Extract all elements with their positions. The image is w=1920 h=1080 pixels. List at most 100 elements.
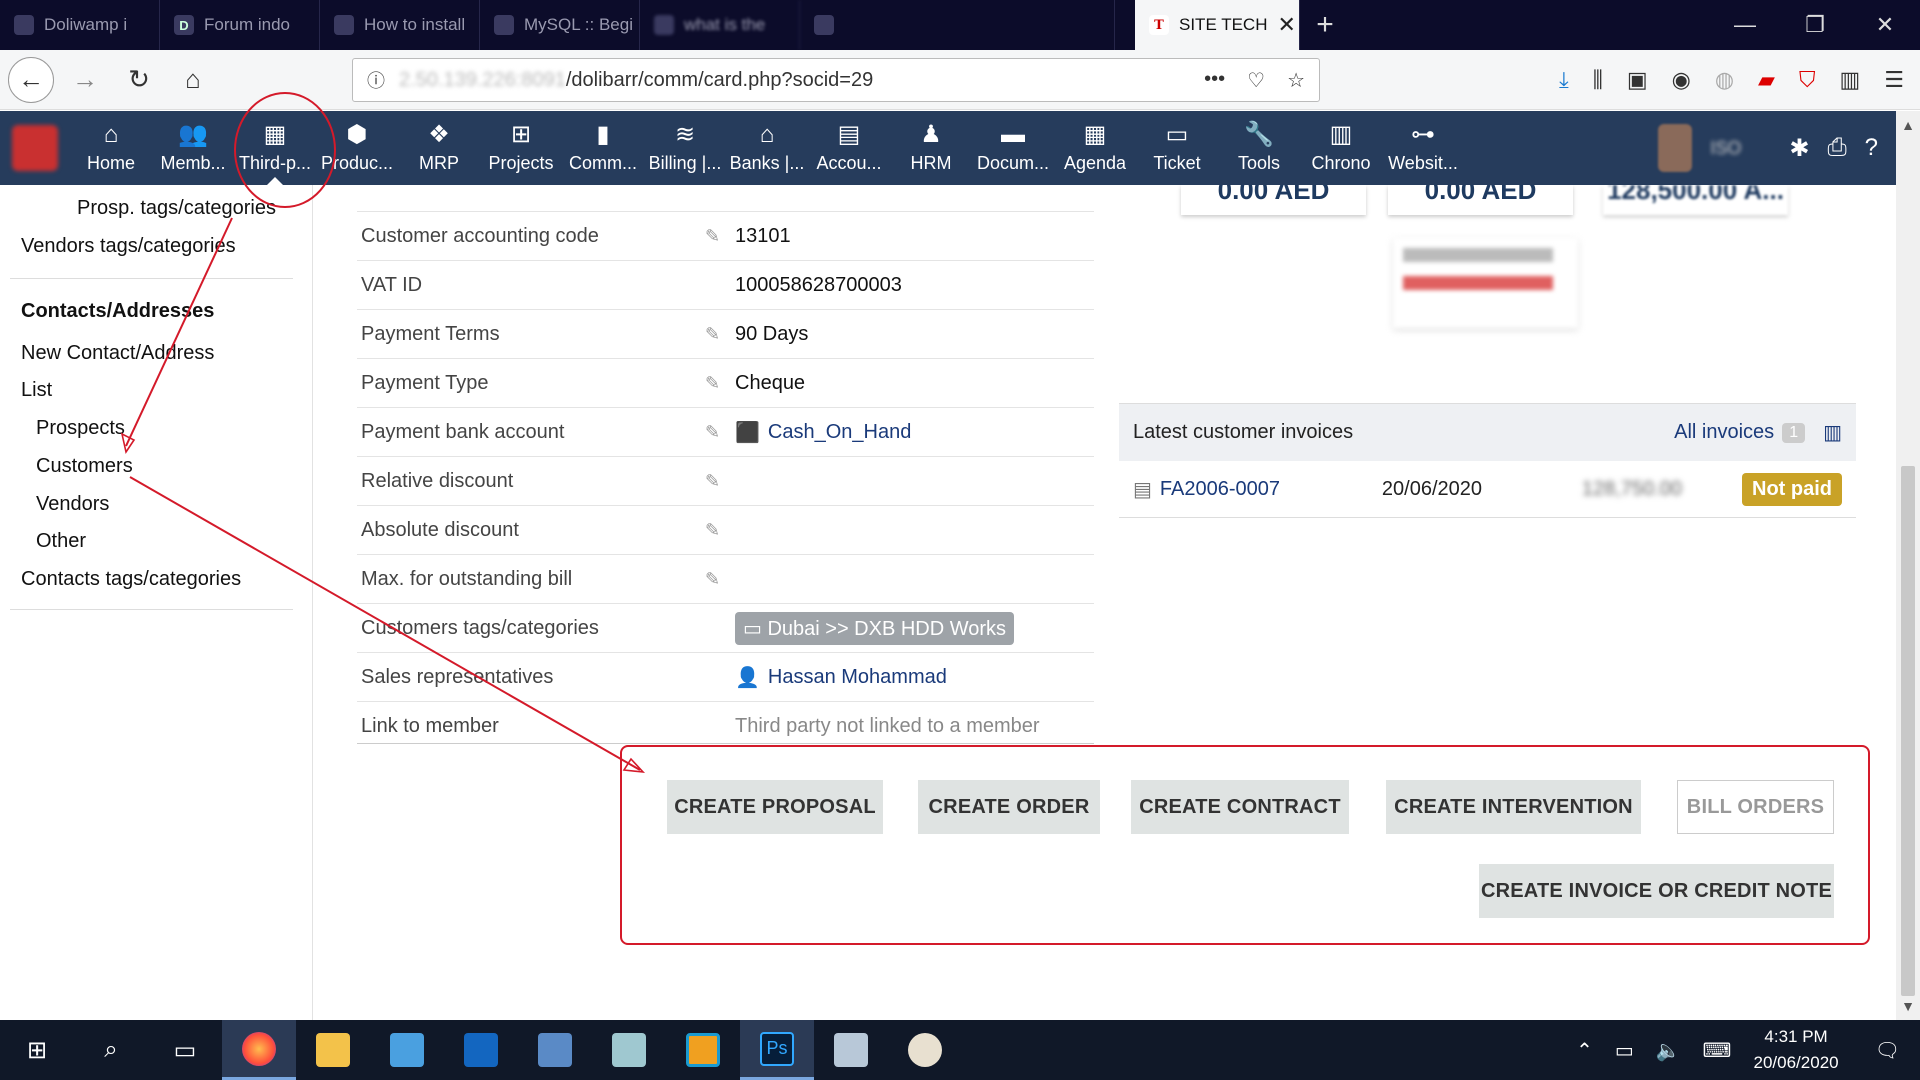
menu-commercial[interactable]: ▮ Comm... — [562, 111, 644, 185]
menu-home[interactable]: ⌂ Home — [70, 111, 152, 185]
close-window-button[interactable]: ✕ — [1850, 0, 1920, 50]
battery-icon[interactable]: ▭ — [1615, 1038, 1634, 1063]
menu-website[interactable]: ⊶ Websit... — [1382, 111, 1464, 185]
sidebar-item-customers[interactable]: Customers — [36, 455, 133, 478]
barcode-icon[interactable]: ▥ — [1839, 67, 1860, 93]
photoshop-icon[interactable]: Ps — [740, 1020, 814, 1080]
bug-icon[interactable]: ✱ — [1789, 134, 1809, 163]
menu-hrm[interactable]: ♟ HRM — [890, 111, 972, 185]
avatar[interactable] — [1658, 124, 1693, 172]
clock[interactable]: 4:31 PM 20/06/2020 — [1754, 1024, 1839, 1076]
menu-accounting[interactable]: ▤ Accou... — [808, 111, 890, 185]
app-icon[interactable] — [592, 1020, 666, 1080]
category-tag[interactable]: ▭ Dubai >> DXB HDD Works — [735, 611, 1015, 645]
edit-pencil-icon[interactable]: ✎ — [705, 226, 735, 247]
sidebar-item-vendors[interactable]: Vendors — [36, 493, 109, 516]
menu-icon[interactable]: ☰ — [1884, 67, 1904, 93]
scroll-up-icon[interactable]: ▲ — [1896, 117, 1920, 133]
edit-pencil-icon[interactable]: ✎ — [705, 520, 735, 541]
menu-tools[interactable]: 🔧 Tools — [1218, 111, 1300, 185]
edit-pencil-icon[interactable]: ✎ — [705, 324, 735, 345]
page-scrollbar[interactable]: ▲ ▼ — [1896, 111, 1920, 1020]
stat-box[interactable]: 0.00 AED — [1181, 185, 1366, 215]
edit-pencil-icon[interactable]: ✎ — [705, 373, 735, 394]
file-explorer-icon[interactable] — [296, 1020, 370, 1080]
sidebar-icon[interactable]: ▣ — [1627, 67, 1648, 93]
chevron-up-icon[interactable]: ⌃ — [1576, 1038, 1593, 1063]
url-bar[interactable]: ⓘ 2.50.139.226:8091/dolibarr/comm/card.p… — [352, 58, 1320, 102]
menu-banks[interactable]: ⌂ Banks |... — [726, 111, 808, 185]
download-icon[interactable]: ⤓ — [1559, 67, 1569, 93]
home-button[interactable]: ⌂ — [170, 57, 216, 103]
task-view-icon[interactable]: ▭ — [148, 1020, 222, 1080]
sales-rep-link[interactable]: Hassan Mohammad — [768, 666, 947, 689]
notifications-icon[interactable]: 🗨 — [1875, 1038, 1900, 1063]
stat-box[interactable]: 128,500.00 A... — [1603, 185, 1788, 215]
sidebar-item-prosp-tags[interactable]: Prosp. tags/categories — [77, 197, 276, 220]
sidebar-item-other[interactable]: Other — [36, 530, 86, 553]
menu-documents[interactable]: ▬ Docum... — [972, 111, 1054, 185]
create-contract-button[interactable]: CREATE CONTRACT — [1131, 780, 1349, 834]
restore-button[interactable]: ❐ — [1780, 0, 1850, 50]
sync-app-icon[interactable] — [666, 1020, 740, 1080]
company-logo[interactable] — [0, 111, 70, 185]
edit-pencil-icon[interactable]: ✎ — [705, 422, 735, 443]
menu-members[interactable]: 👥 Memb... — [152, 111, 234, 185]
control-panel-icon[interactable] — [370, 1020, 444, 1080]
shield-icon[interactable]: ⛉ — [1799, 67, 1816, 93]
menu-billing[interactable]: ≋ Billing |... — [644, 111, 726, 185]
close-tab-icon[interactable]: ✕ — [1277, 12, 1295, 38]
stats-chart-icon[interactable]: ▥ — [1823, 420, 1842, 445]
remote-desktop-icon[interactable] — [518, 1020, 592, 1080]
search-icon[interactable]: ⌕ — [74, 1020, 148, 1080]
edit-pencil-icon[interactable]: ✎ — [705, 471, 735, 492]
all-invoices-link[interactable]: All invoices 1 ▥ — [1674, 420, 1842, 445]
menu-agenda[interactable]: ▦ Agenda — [1054, 111, 1136, 185]
menu-mrp[interactable]: ❖ MRP — [398, 111, 480, 185]
browser-tab[interactable]: what is the — [640, 0, 800, 50]
user-login[interactable]: ISO — [1710, 138, 1741, 159]
keyboard-icon[interactable]: ⌨ — [1703, 1038, 1732, 1063]
stat-box[interactable]: 0.00 AED — [1388, 185, 1573, 215]
scroll-thumb[interactable] — [1901, 466, 1915, 996]
sidebar-item-contacts-tags[interactable]: Contacts tags/categories — [21, 568, 241, 591]
browser-tab[interactable]: Doliwamp i — [0, 0, 160, 50]
invoice-ref-link[interactable]: FA2006-0007 — [1160, 478, 1382, 501]
account-icon[interactable]: ◉ — [1672, 67, 1691, 93]
menu-products[interactable]: ⬢ Produc... — [316, 111, 398, 185]
bank-account-link[interactable]: Cash_On_Hand — [768, 421, 911, 444]
sidebar-heading-contacts[interactable]: Contacts/Addresses — [21, 300, 214, 323]
menu-chrono[interactable]: ▥ Chrono — [1300, 111, 1382, 185]
sidebar-item-new-contact[interactable]: New Contact/Address — [21, 342, 214, 365]
back-button[interactable]: ← — [8, 56, 54, 103]
firefox-taskbar-icon[interactable] — [222, 1020, 296, 1080]
page-actions-icon[interactable]: ••• — [1204, 68, 1225, 93]
browser-tab[interactable]: How to install — [320, 0, 480, 50]
pocket-icon[interactable]: ♡ — [1247, 68, 1265, 93]
browser-tab[interactable]: MySQL :: Begi — [480, 0, 640, 50]
sidebar-item-prospects[interactable]: Prospects — [36, 417, 125, 440]
menu-ticket[interactable]: ▭ Ticket — [1136, 111, 1218, 185]
minimize-button[interactable]: — — [1710, 0, 1780, 50]
print-icon[interactable]: ⎙ — [1827, 134, 1846, 162]
bookmark-star-icon[interactable]: ☆ — [1287, 68, 1305, 93]
info-icon[interactable]: ⓘ — [367, 67, 385, 93]
calculator-icon[interactable] — [814, 1020, 888, 1080]
create-intervention-button[interactable]: CREATE INTERVENTION — [1386, 780, 1641, 834]
browser-tab[interactable] — [800, 0, 1115, 50]
pdf-extension-icon[interactable]: ▰ — [1758, 67, 1775, 93]
active-browser-tab[interactable]: T SITE TECH ✕ — [1135, 0, 1300, 50]
menu-projects[interactable]: ⊞ Projects — [480, 111, 562, 185]
library-icon[interactable]: ⫼ — [1593, 67, 1603, 93]
menu-third-parties[interactable]: ▦ Third-p... — [234, 111, 316, 185]
extension-icon[interactable]: ◍ — [1715, 67, 1734, 93]
scroll-down-icon[interactable]: ▼ — [1896, 998, 1920, 1014]
outlook-icon[interactable] — [444, 1020, 518, 1080]
help-icon[interactable]: ? — [1865, 134, 1878, 162]
new-tab-button[interactable]: + — [1300, 0, 1350, 50]
create-proposal-button[interactable]: CREATE PROPOSAL — [667, 780, 883, 834]
create-invoice-button[interactable]: CREATE INVOICE OR CREDIT NOTE — [1479, 864, 1834, 918]
volume-icon[interactable]: 🔈 — [1656, 1038, 1681, 1063]
create-order-button[interactable]: CREATE ORDER — [918, 780, 1100, 834]
paint-icon[interactable] — [888, 1020, 962, 1080]
